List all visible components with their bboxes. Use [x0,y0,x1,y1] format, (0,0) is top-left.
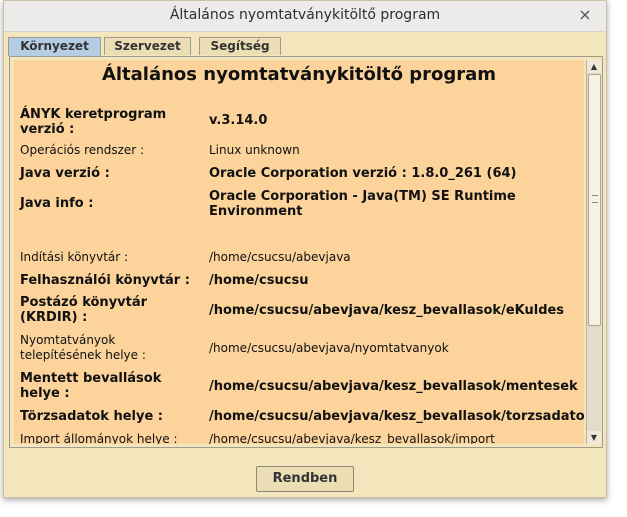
info-content: Általános nyomtatványkitöltő program ÁNY… [14,60,584,444]
tab-segitseg[interactable]: Segítség [199,37,281,55]
row-value: /home/csucsu/abevjava [209,250,351,264]
row-label: Indítási könyvtár : [20,250,129,264]
row-value: /home/csucsu/abevjava/kesz_bevallasok/to… [209,409,584,424]
tab-szervezet[interactable]: Szervezet [104,37,191,55]
ok-button[interactable]: Rendben [256,466,354,492]
row-label: ÁNYK keretprogram verzió : [20,107,167,137]
row-value: Oracle Corporation verzió : 1.8.0_261 (6… [209,166,517,181]
row-label: Java verzió : [20,166,110,181]
row-label: Felhasználói könyvtár : [20,273,190,288]
scroll-down-icon[interactable]: ▼ [587,431,601,444]
row-label: Java info : [20,196,94,211]
vertical-scrollbar[interactable]: ▲ ▼ [586,60,601,444]
row-label: Operációs rendszer : [20,143,145,157]
tab-kornyezet[interactable]: Környezet [8,37,101,56]
window-title: Általános nyomtatványkitöltő program [169,7,441,23]
scroll-up-icon[interactable]: ▲ [587,60,601,73]
row-value: /home/csucsu/abevjava/kesz_bevallasok/im… [209,432,495,444]
content-heading: Általános nyomtatványkitöltő program [101,64,497,85]
row-value: Linux unknown [209,143,300,157]
tab-panel: Általános nyomtatványkitöltő program ÁNY… [9,56,603,448]
row-label: Postázó könyvtár (KRDIR) : [20,295,148,325]
row-value: v.3.14.0 [209,113,268,128]
row-value: Oracle Corporation - Java(TM) SE Runtime… [209,189,516,219]
row-label: Nyomtatványok telepítésének helye : [20,333,146,362]
title-bar[interactable]: Általános nyomtatványkitöltő program × [4,1,606,32]
row-label: Mentett bevallások helye : [20,371,162,401]
scroll-thumb[interactable] [588,74,601,326]
row-value: /home/csucsu/abevjava/kesz_bevallasok/eK… [209,303,565,318]
dialog-window: Általános nyomtatványkitöltő program × K… [3,0,607,498]
grip-icon [592,195,598,203]
row-value: /home/csucsu/abevjava/nyomtatvanyok [209,341,449,355]
row-value: /home/csucsu/abevjava/kesz_bevallasok/me… [209,379,578,394]
row-label: Import állományok helye : [20,432,178,444]
row-value: /home/csucsu [209,273,309,288]
close-icon[interactable]: × [576,6,594,24]
row-label: Törzsadatok helye : [20,409,164,424]
button-bar: Rendben [4,453,606,497]
